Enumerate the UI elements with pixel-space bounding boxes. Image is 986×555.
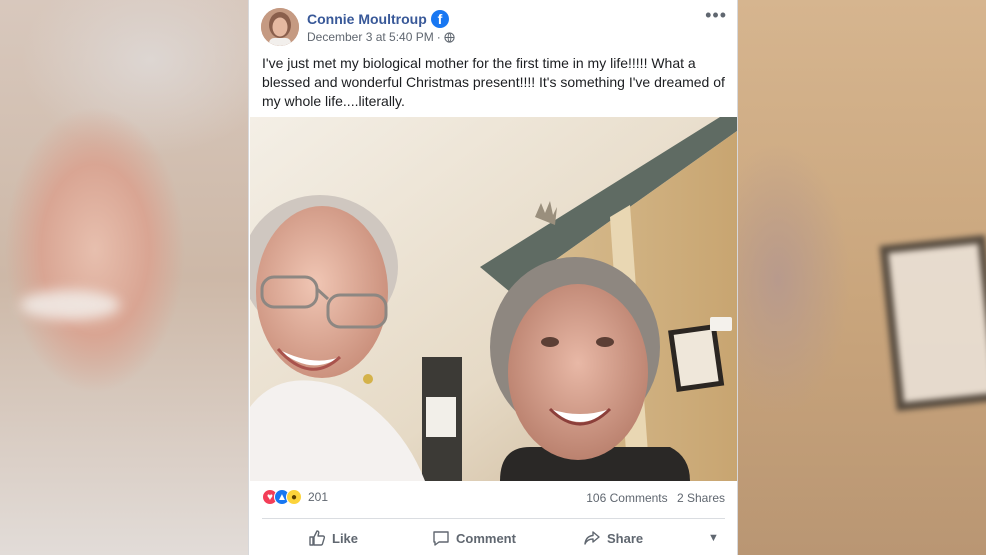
post-header: Connie Moultroup f December 3 at 5:40 PM… [261, 6, 727, 48]
comment-icon [433, 531, 449, 546]
author-name-link[interactable]: Connie Moultroup [307, 11, 427, 27]
post-photo[interactable] [250, 117, 737, 481]
share-arrow-icon [584, 531, 600, 545]
divider [262, 518, 725, 519]
avatar[interactable] [261, 8, 299, 46]
facebook-icon: f [431, 10, 449, 28]
more-options-icon[interactable]: ••• [705, 6, 727, 24]
comment-label: Comment [456, 530, 516, 546]
share-button[interactable]: Share [583, 529, 643, 547]
facebook-post-card: Connie Moultroup f December 3 at 5:40 PM… [248, 0, 738, 555]
meta-separator: · [436, 30, 441, 44]
blurred-background-right [738, 0, 986, 555]
post-meta: December 3 at 5:40 PM · [307, 30, 455, 44]
comment-button[interactable]: Comment [432, 529, 516, 547]
shares-count-link[interactable]: 2 Shares [677, 491, 725, 505]
globe-icon [444, 31, 455, 43]
reaction-count: 201 [308, 490, 329, 504]
reactions-summary[interactable]: ♥ ▲ ● 201 [262, 489, 328, 505]
thumbs-up-icon [309, 530, 326, 546]
comments-count-link[interactable]: 106 Comments [586, 491, 667, 505]
engagement-counts: 106 Comments 2 Shares [580, 491, 725, 505]
reaction-stats-bar: ♥ ▲ ● 201 106 Comments 2 Shares [262, 489, 725, 509]
screen: Connie Moultroup f December 3 at 5:40 PM… [0, 0, 986, 555]
blurred-background-left [0, 0, 248, 555]
like-label: Like [332, 530, 359, 546]
post-timestamp-link[interactable]: December 3 at 5:40 PM [307, 30, 434, 44]
like-button[interactable]: Like [308, 529, 358, 547]
post-actions-bar: Like Comment Share ▼ [262, 522, 725, 554]
share-label: Share [607, 530, 644, 546]
chevron-down-icon[interactable]: ▼ [708, 532, 719, 544]
wow-reaction-icon: ● [286, 489, 302, 505]
post-text: I've just met my biological mother for t… [262, 55, 725, 109]
